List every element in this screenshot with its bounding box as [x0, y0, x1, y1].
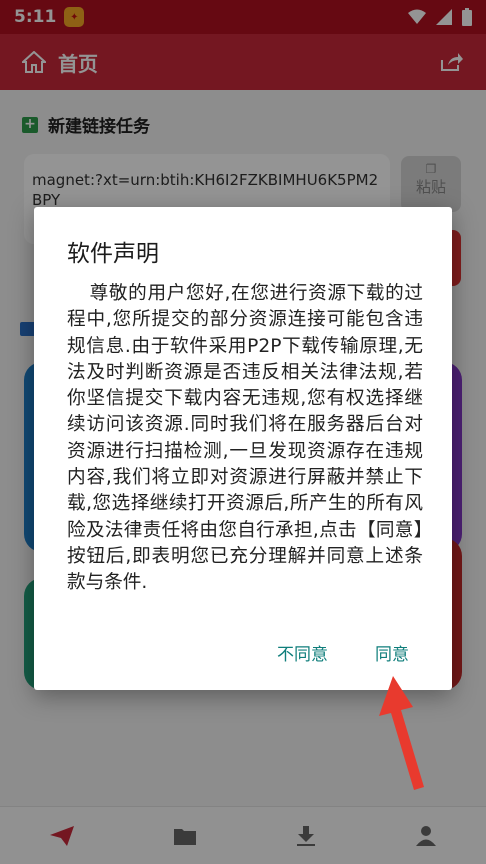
- dialog-body-text: 尊敬的用户您好,在您进行资源下载的过程中,您所提交的部分资源连接可能包含违规信息…: [67, 283, 423, 594]
- dialog-title: 软件声明: [67, 241, 159, 267]
- disagree-button[interactable]: 不同意: [277, 640, 328, 665]
- agree-button[interactable]: 同意: [375, 640, 409, 665]
- disclaimer-dialog: 软件声明 尊敬的用户您好,在您进行资源下载的过程中,您所提交的部分资源连接可能包…: [34, 207, 452, 690]
- red-arrow-annotation: [379, 676, 424, 790]
- dialog-body: 尊敬的用户您好,在您进行资源下载的过程中,您所提交的部分资源连接可能包含违规信息…: [67, 281, 423, 597]
